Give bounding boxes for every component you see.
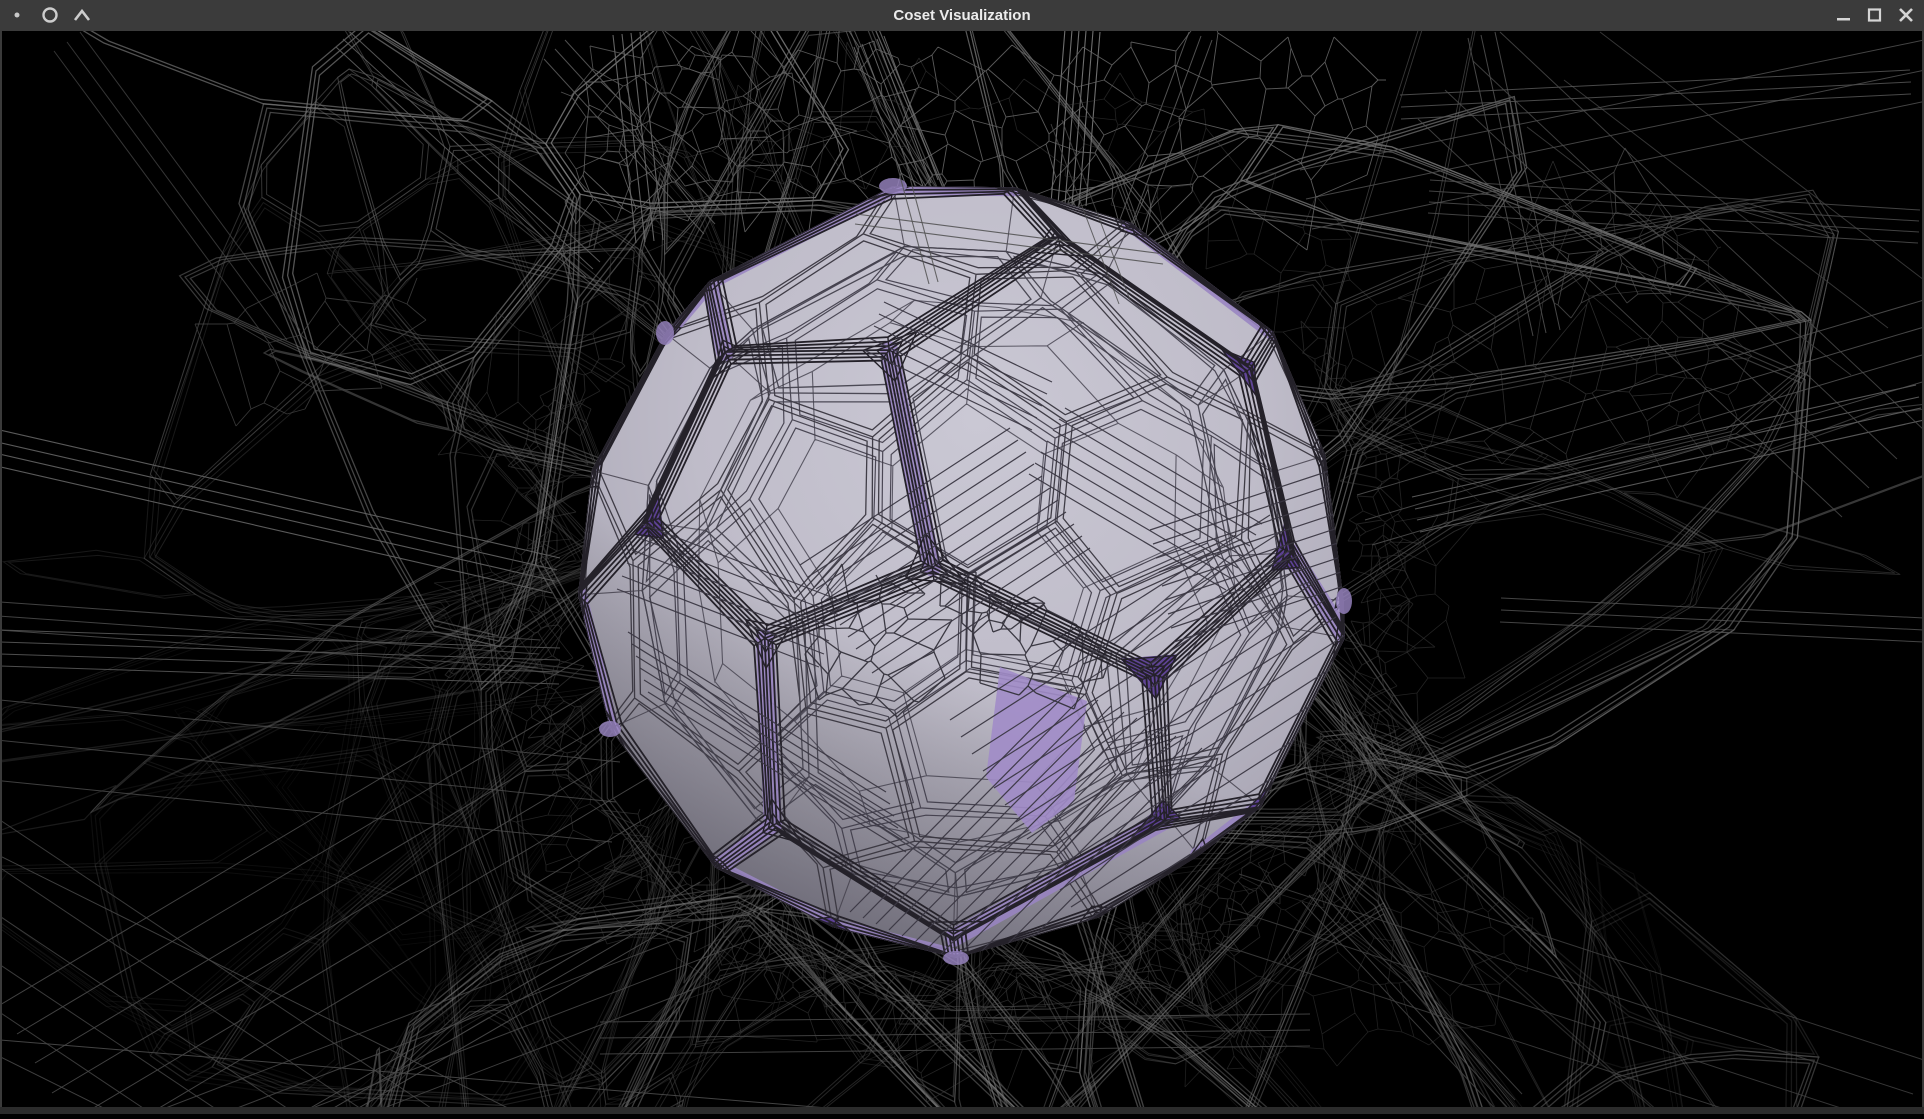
svg-text:Coset Visualization: Coset Visualization (893, 7, 1030, 24)
